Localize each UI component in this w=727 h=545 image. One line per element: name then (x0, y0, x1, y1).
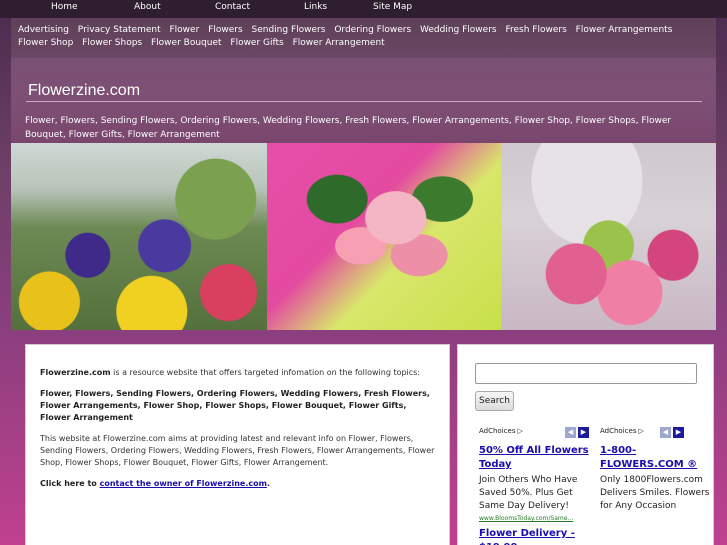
bridal-bouquet-photo (501, 143, 716, 330)
subnav-link[interactable]: Fresh Flowers (505, 25, 566, 35)
ad-url-link[interactable]: www.BloomsToday.com/Same... (479, 515, 591, 522)
subnav-link[interactable]: Ordering Flowers (334, 25, 411, 35)
title-divider (26, 101, 702, 102)
next-arrow-icon[interactable]: ▶ (578, 427, 589, 438)
subnav-link[interactable]: Flower Arrangement (293, 38, 385, 48)
lily-bouquet-photo (267, 143, 501, 330)
topics-paragraph: Flower, Flowers, Sending Flowers, Orderi… (40, 388, 435, 424)
click-suffix: . (266, 479, 270, 488)
adchoices-icon: ▷ (638, 427, 644, 435)
subnav-link[interactable]: Wedding Flowers (420, 25, 497, 35)
adchoices-label[interactable]: AdChoices ▷ ◀ ▶ (600, 427, 712, 439)
ad-body: Join Others Who Have Saved 50%. Plus Get… (479, 475, 578, 511)
ad-title-link[interactable]: Flower Delivery - $19.99 (479, 527, 591, 545)
contact-owner-link[interactable]: contact the owner of Flowerzine.com (100, 479, 267, 488)
adchoices-text: AdChoices (600, 427, 637, 435)
sidebar: Search AdChoices ▷ ◀ ▶ 50% Off All Flowers… (457, 344, 714, 545)
topics-list: Flower, Flowers, Sending Flowers, Orderi… (40, 389, 430, 422)
ad-body: Only 1800Flowers.com Delivers Smiles. Fl… (600, 475, 710, 511)
nav-links-link[interactable]: Links (304, 2, 327, 12)
banner (11, 143, 716, 330)
contact-paragraph: Click here to contact the owner of Flowe… (40, 478, 435, 490)
nav-home-link[interactable]: Home (51, 2, 78, 12)
subnav-link[interactable]: Flower Arrangements (576, 25, 673, 35)
ad-title-link[interactable]: 50% Off All Flowers Today (479, 444, 591, 472)
intro-site-name: Flowerzine.com (40, 368, 111, 377)
search-input[interactable] (475, 363, 697, 384)
subnav-link[interactable]: Flower Gifts (230, 38, 283, 48)
next-arrow-icon[interactable]: ▶ (673, 427, 684, 438)
subnav-link[interactable]: Flower (169, 25, 199, 35)
ad-column-2: AdChoices ▷ ◀ ▶ 1-800-FLOWERS.COM ® Only 1… (600, 427, 712, 513)
nav-contact-link[interactable]: Contact (215, 2, 250, 12)
ad-title-link[interactable]: 1-800-FLOWERS.COM ® (600, 444, 712, 472)
subnav-link[interactable]: Flower Shop (18, 38, 73, 48)
adchoices-label[interactable]: AdChoices ▷ ◀ ▶ (479, 427, 591, 439)
intro-text: is a resource website that offers target… (110, 368, 421, 377)
garden-flowers-photo (11, 143, 267, 330)
intro-paragraph: Flowerzine.com is a resource website tha… (40, 367, 435, 379)
subnav-link[interactable]: Flowers (208, 25, 242, 35)
subnav-link[interactable]: Flower Bouquet (151, 38, 222, 48)
ad-column-1: AdChoices ▷ ◀ ▶ 50% Off All Flowers Today … (479, 427, 591, 545)
site-header: Flowerzine.com Flower, Flowers, Sending … (11, 58, 716, 143)
prev-arrow-icon[interactable]: ◀ (660, 427, 671, 438)
nav-sitemap-link[interactable]: Site Map (373, 2, 412, 12)
header-keywords: Flower, Flowers, Sending Flowers, Orderi… (25, 116, 672, 140)
main-content: Flowerzine.com is a resource website tha… (25, 344, 450, 545)
nav-about-link[interactable]: About (134, 2, 161, 12)
aim-paragraph: This website at Flowerzine.com aims at p… (40, 434, 435, 467)
subnav-link[interactable]: Sending Flowers (252, 25, 326, 35)
top-nav: Home About Contact Links Site Map (0, 0, 727, 18)
subnav-link[interactable]: Advertising (18, 25, 69, 35)
subnav-link[interactable]: Privacy Statement (78, 25, 161, 35)
sub-nav: Advertising Privacy Statement Flower Flo… (11, 18, 716, 58)
search-button[interactable]: Search (475, 391, 514, 411)
click-prefix: Click here to (40, 479, 100, 488)
adchoices-icon: ▷ (517, 427, 523, 435)
ad-nav-arrows: ◀ ▶ (565, 427, 591, 438)
adchoices-text: AdChoices (479, 427, 516, 435)
prev-arrow-icon[interactable]: ◀ (565, 427, 576, 438)
site-title[interactable]: Flowerzine.com (28, 82, 140, 100)
ad-nav-arrows: ◀ ▶ (660, 427, 686, 438)
subnav-link[interactable]: Flower Shops (82, 38, 142, 48)
